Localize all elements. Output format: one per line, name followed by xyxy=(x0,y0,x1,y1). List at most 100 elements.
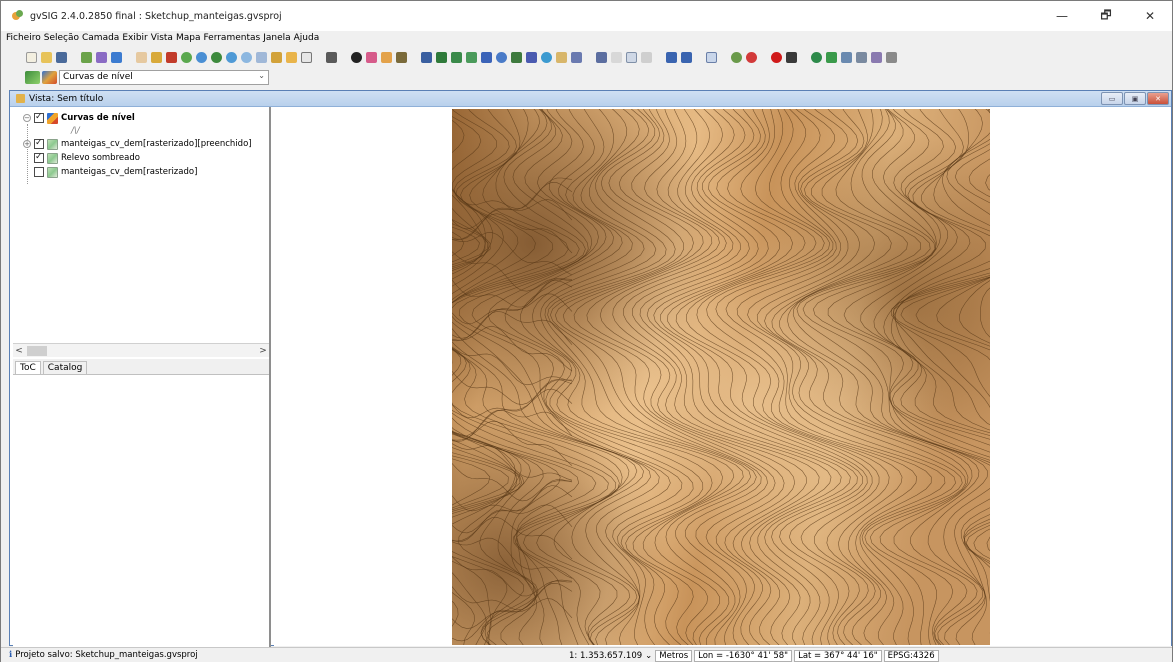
menu-selecao[interactable]: Seleção xyxy=(44,33,82,43)
console-icon[interactable] xyxy=(885,51,898,64)
clear-selection-icon[interactable] xyxy=(555,51,568,64)
download-icon[interactable] xyxy=(110,51,123,64)
chevron-down-icon[interactable]: ⌄ xyxy=(258,71,265,80)
zoom-out-icon[interactable] xyxy=(225,51,238,64)
measure-distance-icon[interactable] xyxy=(380,51,393,64)
menu-camada[interactable]: Camada xyxy=(82,33,122,43)
active-layer-combo[interactable]: Curvas de nível ⌄ xyxy=(59,69,269,85)
view-title-bar[interactable]: Vista: Sem título ▭ ▣ ✕ xyxy=(10,91,1171,107)
zoom-previous-icon[interactable] xyxy=(240,51,253,64)
layer-row-rasterizado[interactable]: manteigas_cv_dem[rasterizado] xyxy=(34,166,197,178)
database-icon[interactable] xyxy=(855,51,868,64)
measure-area-icon[interactable] xyxy=(365,51,378,64)
layer-visibility-checkbox[interactable] xyxy=(34,112,44,123)
save-project-icon[interactable] xyxy=(55,51,68,64)
scroll-thumb[interactable] xyxy=(27,345,47,356)
scale-dropdown-icon[interactable]: ⌄ xyxy=(645,651,652,661)
layer-name[interactable]: manteigas_cv_dem[rasterizado][preenchido… xyxy=(61,139,252,149)
raster-icon[interactable] xyxy=(825,51,838,64)
layout-icon[interactable] xyxy=(705,51,718,64)
layer-visibility-checkbox[interactable] xyxy=(34,167,44,177)
units-field[interactable]: Metros xyxy=(655,649,693,662)
map-view[interactable] xyxy=(274,107,1171,646)
menu-exibir[interactable]: Exibir xyxy=(122,33,150,43)
main-toolbar xyxy=(1,46,1172,69)
menu-vista[interactable]: Vista xyxy=(151,33,176,43)
add-layer-icon[interactable] xyxy=(80,51,93,64)
frame-icon[interactable] xyxy=(300,51,313,64)
filter-icon[interactable] xyxy=(525,51,538,64)
menu-janela[interactable]: Janela xyxy=(263,33,293,43)
zoom-extent-icon[interactable] xyxy=(165,51,178,64)
maximize-button[interactable]: 🗗 xyxy=(1084,1,1128,31)
layer-name[interactable]: manteigas_cv_dem[rasterizado] xyxy=(61,167,197,177)
new-project-icon[interactable] xyxy=(25,51,38,64)
network-icon[interactable] xyxy=(840,51,853,64)
print-zoom-icon[interactable] xyxy=(680,51,693,64)
menu-mapa[interactable]: Mapa xyxy=(176,33,204,43)
select-rectangle-icon[interactable] xyxy=(435,51,448,64)
invert-selection-icon[interactable] xyxy=(540,51,553,64)
chart-icon[interactable] xyxy=(625,51,638,64)
zoom-select-icon[interactable] xyxy=(255,51,268,64)
layer-row-relevo[interactable]: Relevo sombreado xyxy=(34,152,140,164)
scale-value[interactable]: 1: 1.353.657.109 xyxy=(569,651,642,661)
locator-map-icon[interactable] xyxy=(285,51,298,64)
target-icon[interactable] xyxy=(745,51,758,64)
copy-icon[interactable] xyxy=(595,51,608,64)
toc-horizontal-scrollbar[interactable]: < > xyxy=(13,343,269,357)
scroll-right-icon[interactable]: > xyxy=(257,346,269,356)
info-icon[interactable] xyxy=(350,51,363,64)
select-pointer-icon[interactable] xyxy=(420,51,433,64)
select-by-attribute-icon[interactable] xyxy=(510,51,523,64)
hyperlink-icon[interactable] xyxy=(395,51,408,64)
close-button[interactable]: ✕ xyxy=(1128,1,1172,31)
menu-ajuda[interactable]: Ajuda xyxy=(294,33,323,43)
tab-toc[interactable]: ToC xyxy=(15,361,41,374)
pan-hand-icon[interactable] xyxy=(135,51,148,64)
line-symbol-icon: /\/ xyxy=(71,126,80,136)
table-icon[interactable] xyxy=(325,51,338,64)
zoom-in-alt-icon[interactable] xyxy=(195,51,208,64)
raster-layer-icon xyxy=(47,138,58,150)
globe-icon[interactable] xyxy=(810,51,823,64)
plugin-icon[interactable] xyxy=(870,51,883,64)
toc-panel: − Curvas de nível /\/ + manteigas_cv_dem… xyxy=(13,107,271,647)
crs-field[interactable]: EPSG:4326 xyxy=(883,649,939,662)
open-project-icon[interactable] xyxy=(40,51,53,64)
layer-visibility-checkbox[interactable] xyxy=(34,138,44,149)
collapse-icon[interactable]: − xyxy=(23,114,31,122)
layer-manager-icon[interactable] xyxy=(95,51,108,64)
minimize-button[interactable]: — xyxy=(1040,1,1084,31)
print-preview-icon[interactable] xyxy=(665,51,678,64)
view-close-button[interactable]: ✕ xyxy=(1147,92,1169,105)
select-polyline-icon[interactable] xyxy=(495,51,508,64)
error-icon[interactable] xyxy=(770,51,783,64)
layer-name[interactable]: Curvas de nível xyxy=(61,113,135,123)
layer-visibility-checkbox[interactable] xyxy=(34,152,44,163)
select-polygon-icon[interactable] xyxy=(450,51,463,64)
scroll-left-icon[interactable]: < xyxy=(13,346,25,356)
settings-icon[interactable] xyxy=(730,51,743,64)
select-buffer-icon[interactable] xyxy=(480,51,493,64)
contour-map-canvas[interactable] xyxy=(452,109,990,645)
tools-icon[interactable] xyxy=(785,51,798,64)
select-circle-icon[interactable] xyxy=(465,51,478,64)
zoom-window-icon[interactable] xyxy=(270,51,283,64)
edit-layer-icon[interactable] xyxy=(25,70,40,84)
geoprocess-icon[interactable] xyxy=(610,51,623,64)
zoom-in-icon[interactable] xyxy=(180,51,193,64)
zoom-layer-icon[interactable] xyxy=(210,51,223,64)
select-all-icon[interactable] xyxy=(570,51,583,64)
expand-icon[interactable]: + xyxy=(23,140,31,148)
zoom-full-icon[interactable] xyxy=(150,51,163,64)
view-minimize-button[interactable]: ▭ xyxy=(1101,92,1123,105)
scissors-icon[interactable] xyxy=(640,51,653,64)
layer-row-curvas[interactable]: − Curvas de nível xyxy=(23,112,135,124)
layer-name[interactable]: Relevo sombreado xyxy=(61,153,140,163)
menu-ferramentas[interactable]: Ferramentas xyxy=(203,33,263,43)
tab-catalog[interactable]: Catalog xyxy=(42,361,88,374)
view-restore-button[interactable]: ▣ xyxy=(1124,92,1146,105)
menu-ficheiro[interactable]: Ficheiro xyxy=(6,33,44,43)
layer-row-preenchido[interactable]: + manteigas_cv_dem[rasterizado][preenchi… xyxy=(23,138,252,150)
